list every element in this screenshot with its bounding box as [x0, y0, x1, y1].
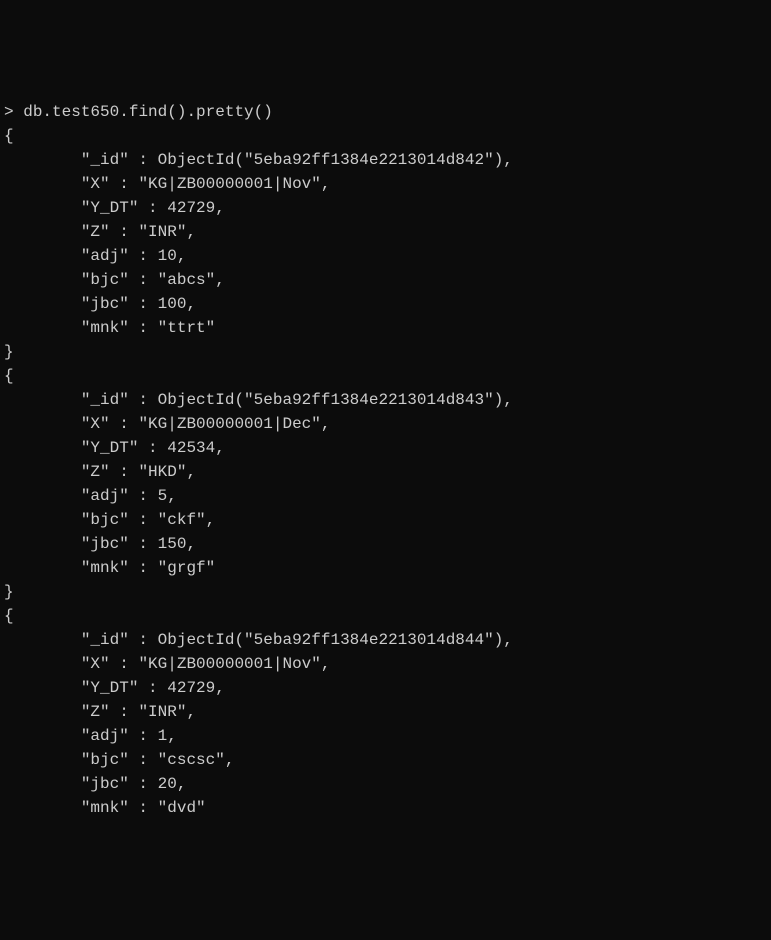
doc-field: "_id" : ObjectId("5eba92ff1384e2213014d8…	[4, 388, 767, 412]
doc-field: "X" : "KG|ZB00000001|Dec",	[4, 412, 767, 436]
doc-field: "mnk" : "grgf"	[4, 556, 767, 580]
terminal-output: > db.test650.find().pretty(){ "_id" : Ob…	[4, 100, 767, 820]
brace-open: {	[4, 124, 767, 148]
doc-field: "Y_DT" : 42534,	[4, 436, 767, 460]
doc-field: "jbc" : 20,	[4, 772, 767, 796]
doc-field: "jbc" : 150,	[4, 532, 767, 556]
doc-field: "jbc" : 100,	[4, 292, 767, 316]
doc-field: "X" : "KG|ZB00000001|Nov",	[4, 652, 767, 676]
brace-open: {	[4, 364, 767, 388]
doc-field: "Z" : "INR",	[4, 220, 767, 244]
doc-field: "_id" : ObjectId("5eba92ff1384e2213014d8…	[4, 628, 767, 652]
doc-field: "Z" : "INR",	[4, 700, 767, 724]
doc-field: "adj" : 10,	[4, 244, 767, 268]
doc-field: "X" : "KG|ZB00000001|Nov",	[4, 172, 767, 196]
doc-field: "Y_DT" : 42729,	[4, 196, 767, 220]
doc-field: "Y_DT" : 42729,	[4, 676, 767, 700]
brace-open: {	[4, 604, 767, 628]
doc-field: "Z" : "HKD",	[4, 460, 767, 484]
doc-field: "adj" : 5,	[4, 484, 767, 508]
prompt-symbol: >	[4, 103, 14, 121]
doc-field: "_id" : ObjectId("5eba92ff1384e2213014d8…	[4, 148, 767, 172]
brace-close: }	[4, 580, 767, 604]
doc-field: "mnk" : "ttrt"	[4, 316, 767, 340]
brace-close: }	[4, 340, 767, 364]
command-text: db.test650.find().pretty()	[23, 103, 273, 121]
doc-field: "bjc" : "ckf",	[4, 508, 767, 532]
doc-field: "mnk" : "dvd"	[4, 796, 767, 820]
command-line[interactable]: > db.test650.find().pretty()	[4, 100, 767, 124]
doc-field: "bjc" : "abcs",	[4, 268, 767, 292]
doc-field: "bjc" : "cscsc",	[4, 748, 767, 772]
doc-field: "adj" : 1,	[4, 724, 767, 748]
